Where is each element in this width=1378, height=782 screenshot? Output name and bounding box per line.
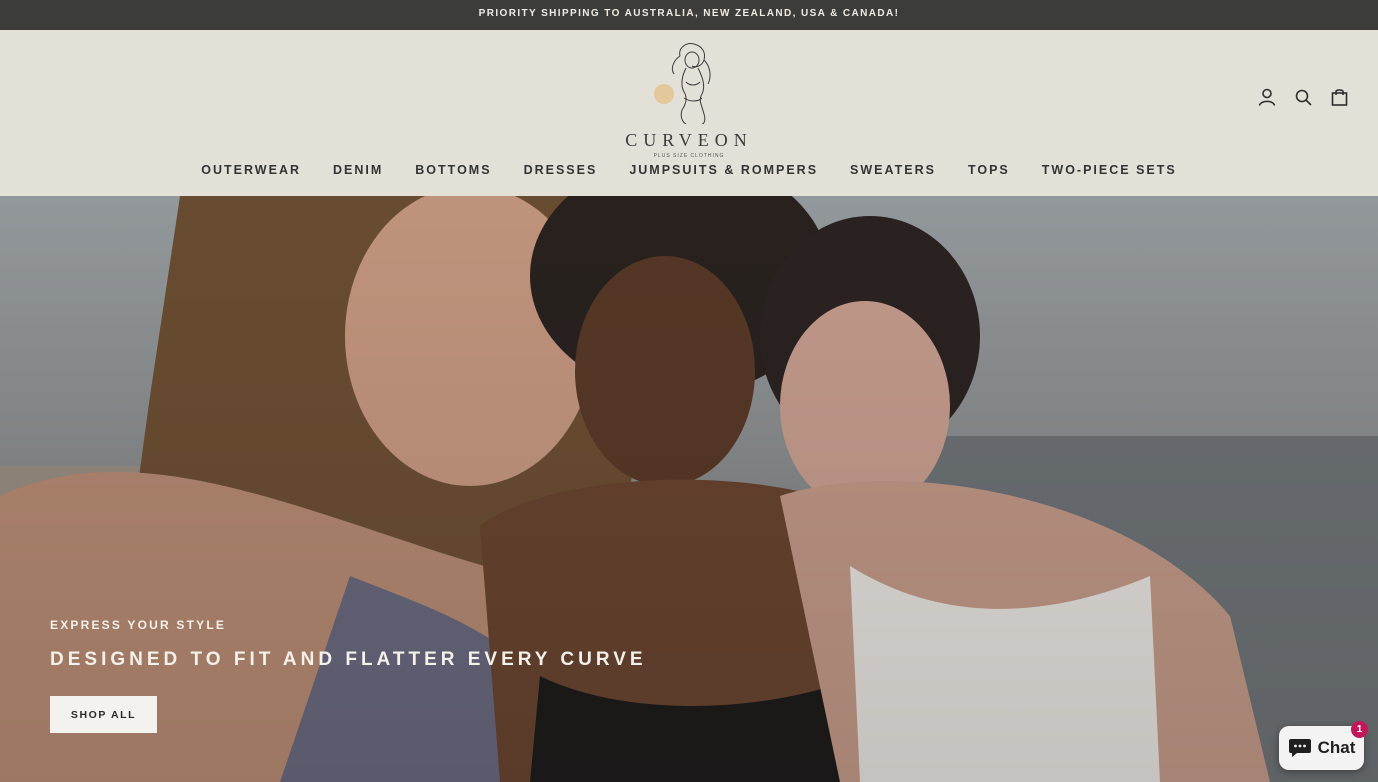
announcement-text: PRIORITY SHIPPING TO AUSTRALIA, NEW ZEAL… xyxy=(478,8,900,19)
chat-label: Chat xyxy=(1317,738,1356,757)
cart-icon[interactable] xyxy=(1328,86,1350,108)
chat-bubble-icon xyxy=(1288,739,1311,757)
shop-all-button[interactable]: SHOP ALL xyxy=(50,696,157,733)
main-nav: OUTERWEAR DENIM BOTTOMS DRESSES JUMPSUIT… xyxy=(0,163,1378,177)
announcement-bar: PRIORITY SHIPPING TO AUSTRALIA, NEW ZEAL… xyxy=(0,0,1378,30)
hero-subtitle: EXPRESS YOUR STYLE xyxy=(50,618,227,632)
logo-figure-icon xyxy=(654,43,711,124)
nav-item-denim[interactable]: DENIM xyxy=(333,163,383,177)
nav-item-jumpsuits-rompers[interactable]: JUMPSUITS & ROMPERS xyxy=(629,163,818,177)
search-icon[interactable] xyxy=(1292,86,1314,108)
nav-item-bottoms[interactable]: BOTTOMS xyxy=(415,163,491,177)
site-header: CURVEON PLUS SIZE CLOTHING OUTERWEAR DEN… xyxy=(0,30,1378,196)
account-icon[interactable] xyxy=(1256,86,1278,108)
hero-overlay xyxy=(0,196,1378,782)
chat-notification-badge: 1 xyxy=(1351,721,1368,738)
chat-button[interactable]: Chat 1 xyxy=(1279,721,1368,770)
logo-tagline: PLUS SIZE CLOTHING xyxy=(653,153,725,159)
nav-item-dresses[interactable]: DRESSES xyxy=(524,163,598,177)
hero-banner: EXPRESS YOUR STYLE DESIGNED TO FIT AND F… xyxy=(0,196,1378,782)
nav-item-two-piece-sets[interactable]: TWO-PIECE SETS xyxy=(1042,163,1177,177)
nav-item-sweaters[interactable]: SWEATERS xyxy=(850,163,936,177)
nav-item-tops[interactable]: TOPS xyxy=(968,163,1010,177)
nav-item-outerwear[interactable]: OUTERWEAR xyxy=(201,163,301,177)
header-actions xyxy=(1256,86,1350,108)
hero-title: DESIGNED TO FIT AND FLATTER EVERY CURVE xyxy=(50,649,647,670)
logo-wordmark: CURVEON xyxy=(625,130,753,150)
site-logo[interactable]: CURVEON PLUS SIZE CLOTHING xyxy=(606,42,772,159)
